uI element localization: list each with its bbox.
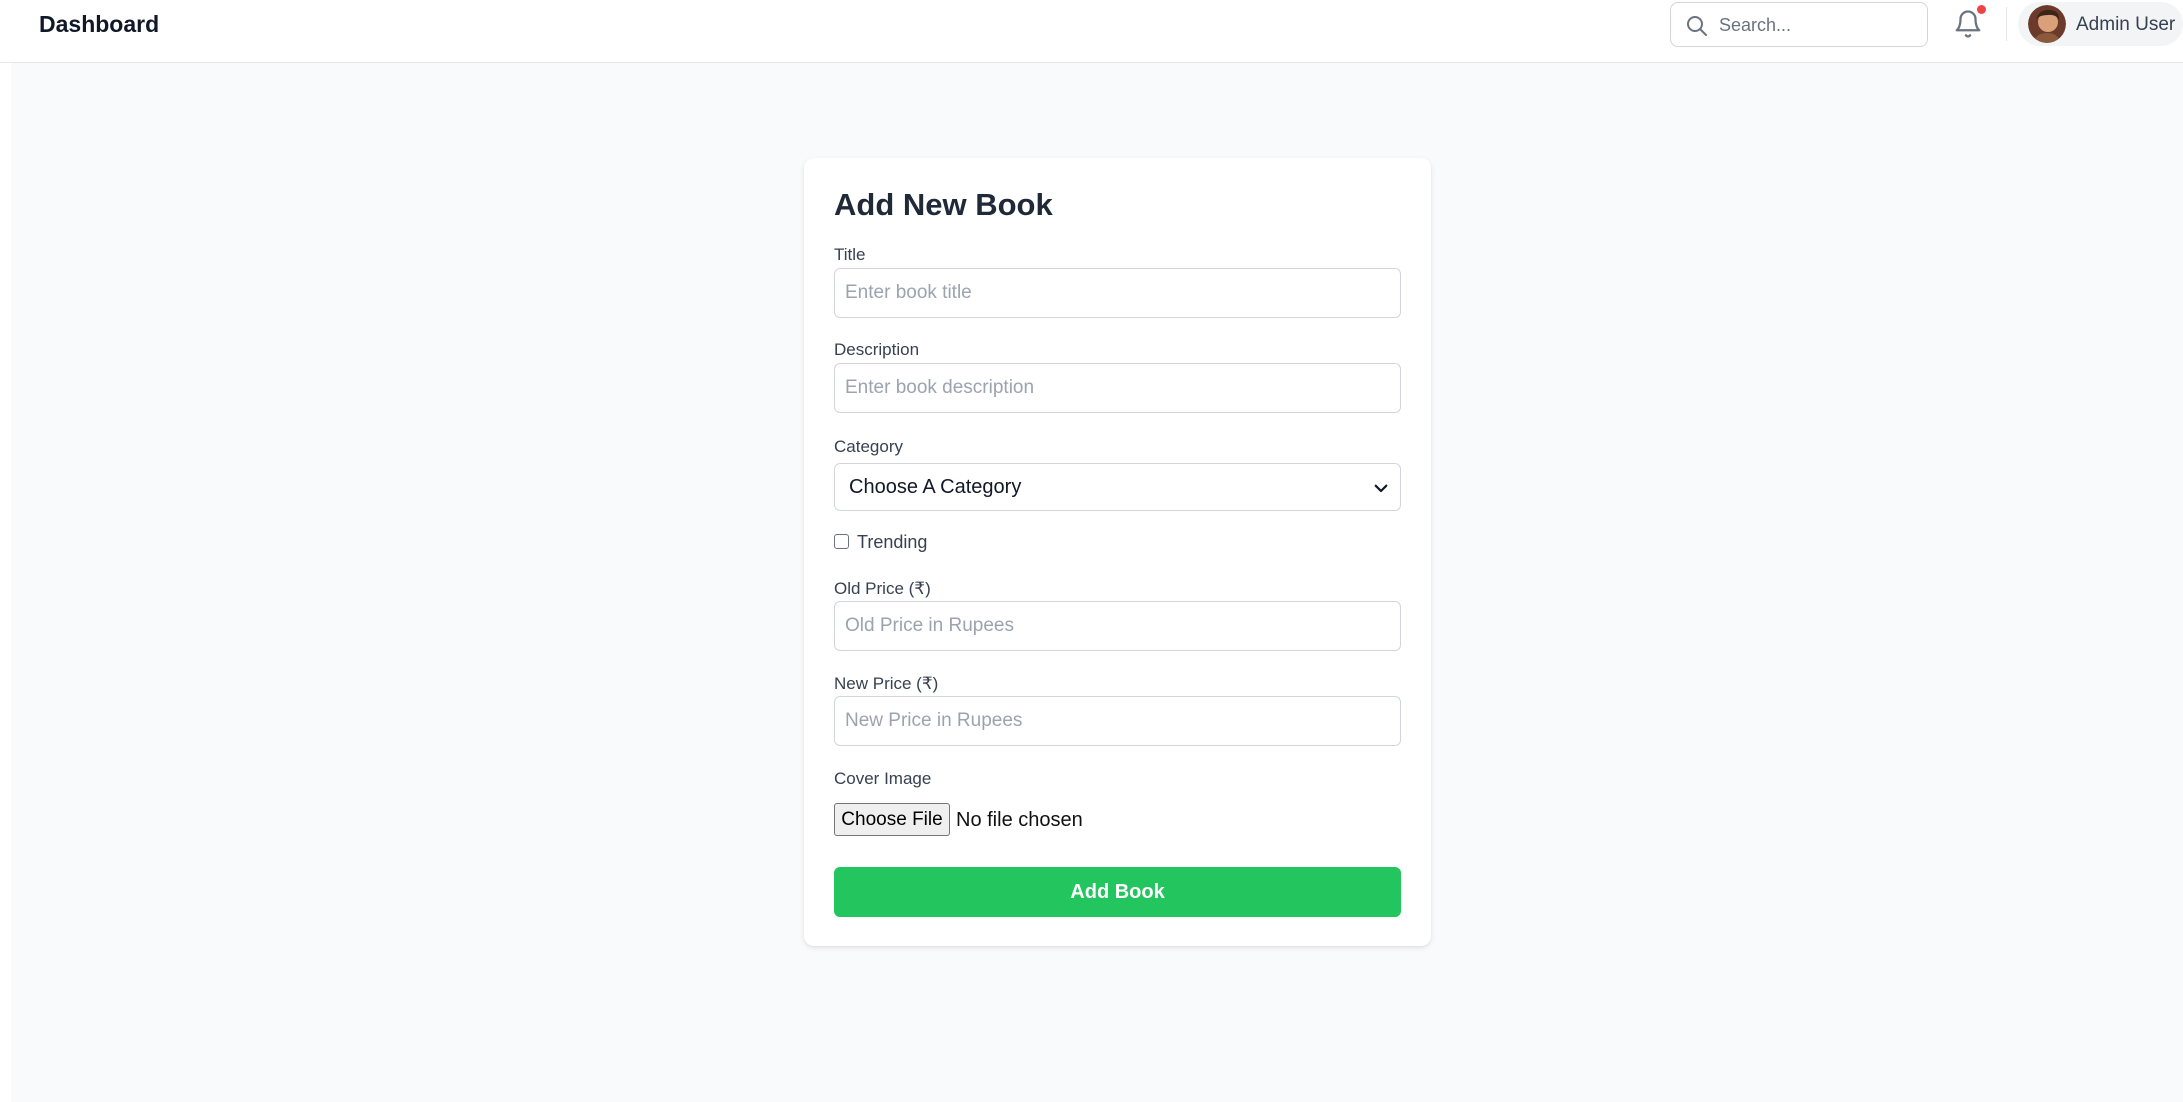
choose-file-button[interactable]: Choose File: [834, 803, 950, 836]
title-label: Title: [834, 245, 866, 264]
new-price-field[interactable]: [834, 696, 1401, 746]
category-select[interactable]: Choose A Category: [834, 463, 1401, 511]
title-field[interactable]: [834, 268, 1401, 318]
user-menu[interactable]: Admin User: [2018, 2, 2183, 46]
file-status: No file chosen: [956, 809, 1083, 831]
description-field[interactable]: [834, 363, 1401, 413]
old-price-field[interactable]: [834, 601, 1401, 651]
old-price-input[interactable]: [835, 602, 1400, 650]
cover-image-label: Cover Image: [834, 769, 932, 788]
title-input[interactable]: [835, 269, 1400, 317]
trending-label: Trending: [857, 532, 928, 552]
avatar: [2028, 5, 2066, 43]
dashboard-title: Dashboard: [39, 11, 160, 37]
form-heading: Add New Book: [834, 187, 1053, 222]
main-content: Add New Book Title Description Category …: [11, 63, 2183, 1102]
user-name: Admin User: [2076, 14, 2176, 35]
trending-checkbox[interactable]: [834, 534, 849, 549]
add-book-card: Add New Book Title Description Category …: [804, 158, 1431, 946]
description-input[interactable]: [835, 364, 1400, 412]
old-price-label: Old Price (₹): [834, 579, 931, 598]
add-book-button[interactable]: Add Book: [834, 867, 1401, 917]
new-price-label: New Price (₹): [834, 674, 939, 693]
search-box[interactable]: [1670, 2, 1928, 47]
description-label: Description: [834, 340, 920, 359]
search-input[interactable]: [1719, 12, 1919, 38]
notification-dot: [1977, 5, 1986, 14]
chevron-down-icon: [1374, 484, 1388, 493]
category-selected-value: Choose A Category: [849, 476, 1022, 498]
new-price-input[interactable]: [835, 697, 1400, 745]
search-icon: [1687, 16, 1707, 36]
top-bar: Dashboard Admin User: [0, 0, 2183, 63]
category-label: Category: [834, 437, 903, 456]
header-divider: [2006, 7, 2007, 41]
